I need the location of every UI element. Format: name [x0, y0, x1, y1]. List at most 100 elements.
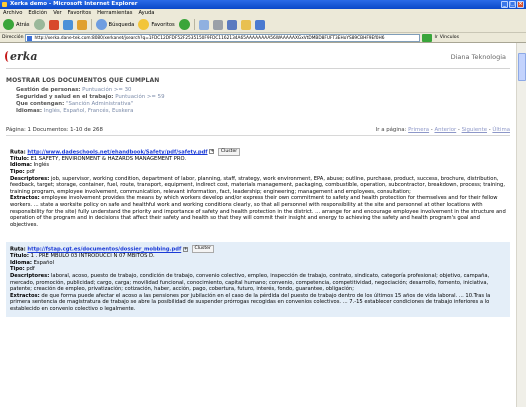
result-extracts: employee involvement provides the means … — [10, 195, 506, 228]
window-title-bar: Xerka demo - Microsoft Internet Explorer… — [0, 0, 526, 9]
criterion-value: Puntuación >= 30 — [82, 87, 132, 93]
result-type-line: Tipo: pdf — [10, 169, 507, 176]
messenger-icon[interactable] — [254, 19, 265, 30]
vertical-scrollbar[interactable] — [516, 43, 526, 407]
lang-label: Idioma: — [10, 162, 32, 169]
mail-icon[interactable] — [198, 19, 209, 30]
prev-page-link[interactable]: Anterior — [434, 127, 456, 133]
result-lang-line: Idioma: Español — [10, 260, 507, 267]
stop-icon[interactable] — [48, 19, 59, 30]
next-page-link[interactable]: Siguiente — [462, 127, 487, 133]
favorites-button[interactable]: Favoritos — [138, 19, 175, 30]
company-name: Diana Teknologia — [450, 53, 506, 61]
logo-swoosh-icon — [5, 51, 12, 62]
menu-edit[interactable]: Edición — [28, 9, 47, 17]
logo-text: erka — [10, 50, 38, 63]
results-summary: Página: 1 Documentos: 1-10 de 268 — [6, 127, 103, 133]
cluster-button[interactable]: Cluster — [217, 148, 241, 156]
criterion-value: Inglés, Español, Francés, Euskera — [43, 108, 134, 114]
last-page-link[interactable]: Última — [492, 127, 510, 133]
print-icon[interactable] — [212, 19, 223, 30]
route-label: Ruta: — [10, 246, 26, 253]
menu-file[interactable]: Archivo — [3, 9, 22, 17]
extract-label: Extractos: — [10, 292, 40, 299]
desc-label: Descriptores: — [10, 273, 50, 279]
result-title: 1 . PRE MBULO 03 INTRODUCCI N 07 MBITOS … — [30, 253, 155, 260]
result-link[interactable]: http://www.dadeschools.net/ehandbook/Saf… — [27, 149, 207, 155]
page-navigation: Ir a página: Primera - Anterior - Siguie… — [375, 127, 510, 133]
result-route-line: Ruta: http://www.dadeschools.net/ehandbo… — [10, 148, 507, 156]
cluster-button[interactable]: Cluster — [191, 245, 214, 253]
page-content: erka Diana Teknologia MOSTRAR LOS DOCUME… — [0, 43, 516, 407]
criterion: Gestión de personas: Puntuación >= 30 — [16, 87, 510, 94]
title-label: Título: — [10, 155, 29, 162]
forward-button[interactable] — [33, 19, 45, 30]
query-title: MOSTRAR LOS DOCUMENTOS QUE CUMPLAN — [6, 77, 160, 84]
menu-tools[interactable]: Herramientas — [97, 9, 132, 17]
menu-bar: Archivo Edición Ver Favoritos Herramient… — [0, 9, 526, 17]
toolbar-separator — [193, 19, 195, 30]
criterion-label: Seguridad y salud en el trabajo: — [16, 94, 114, 100]
criterion-value: Puntuación >= 59 — [115, 94, 165, 100]
page-icon — [27, 35, 33, 41]
extract-label: Extractos: — [10, 195, 40, 202]
result-desc: Descriptores: job, supervisor, working c… — [10, 176, 507, 196]
menu-help[interactable]: Ayuda — [138, 9, 154, 17]
result-type-line: Tipo: pdf — [10, 266, 507, 273]
result-type: pdf — [26, 266, 35, 273]
result-extract: Extractos: de que forma puede afectar el… — [10, 293, 507, 313]
menu-favorites[interactable]: Favoritos — [68, 9, 91, 17]
window-controls: _ □ × — [501, 1, 524, 8]
refresh-icon[interactable] — [62, 19, 73, 30]
search-button[interactable]: Búsqueda — [95, 19, 134, 30]
first-page-link[interactable]: Primera — [408, 127, 429, 133]
home-icon[interactable] — [76, 19, 87, 30]
links-button[interactable]: Vínculos — [440, 35, 459, 40]
maximize-button[interactable]: □ — [509, 1, 516, 8]
address-input[interactable]: http://xerka.dane-tek.com:8080/xerkanet/… — [25, 33, 421, 42]
lang-label: Idioma: — [10, 259, 32, 266]
result-type: pdf — [26, 169, 35, 176]
result-title-line: Título: E1 SAFETY, ENVIRONMENT & HAZARDS… — [10, 156, 507, 163]
toolbar-separator — [90, 19, 92, 30]
menu-view[interactable]: Ver — [53, 9, 61, 17]
result-desc: Descriptores: laboral, acoso, puesto de … — [10, 273, 507, 293]
result-item: Ruta: http://fstap.cgt.es/documentos/dos… — [6, 242, 510, 317]
favorites-label: Favoritos — [151, 21, 175, 28]
toolbar: Atrás Búsqueda Favoritos — [0, 17, 526, 33]
ie-icon — [2, 2, 7, 7]
criterion-label: Que contengan: — [16, 101, 65, 107]
go-button[interactable]: Ir — [434, 35, 437, 40]
criteria-list: Gestión de personas: Puntuación >= 30 Se… — [16, 87, 510, 115]
discuss-icon[interactable] — [240, 19, 251, 30]
result-title-line: Título: 1 . PRE MBULO 03 INTRODUCCI N 07… — [10, 253, 507, 260]
query-summary: MOSTRAR LOS DOCUMENTOS QUE CUMPLAN Gesti… — [6, 77, 510, 115]
result-title: E1 SAFETY, ENVIRONMENT & HAZARDS MANAGEM… — [30, 155, 187, 162]
scrollbar-thumb[interactable] — [518, 53, 526, 81]
result-extracts: de que forma puede afectar el acoso a la… — [10, 292, 491, 312]
back-arrow-icon — [3, 19, 14, 30]
type-label: Tipo: — [10, 169, 25, 176]
criterion: Idiomas: Inglés, Español, Francés, Euske… — [16, 108, 510, 115]
result-descriptors: laboral, acoso, puesto de trabajo, condi… — [10, 273, 490, 293]
address-url: http://xerka.dane-tek.com:8080/xerkanet/… — [34, 35, 385, 41]
history-icon[interactable] — [178, 19, 190, 30]
route-label: Ruta: — [10, 149, 26, 156]
expand-icon[interactable]: + — [182, 246, 188, 252]
result-link[interactable]: http://fstap.cgt.es/documentos/dossier_m… — [27, 247, 181, 253]
edit-icon[interactable] — [226, 19, 237, 30]
desc-label: Descriptores: — [10, 175, 50, 182]
back-button[interactable]: Atrás — [3, 19, 30, 30]
go-icon[interactable] — [422, 33, 433, 42]
goto-label: Ir a página: — [375, 127, 407, 133]
address-bar: Dirección http://xerka.dane-tek.com:8080… — [0, 33, 526, 43]
xerka-logo: erka — [5, 50, 38, 63]
criterion-label: Gestión de personas: — [16, 87, 81, 93]
close-button[interactable]: × — [517, 1, 524, 8]
window-title: Xerka demo - Microsoft Internet Explorer — [10, 1, 138, 7]
result-descriptors: job, supervisor, working condition, depa… — [10, 175, 505, 195]
minimize-button[interactable]: _ — [501, 1, 508, 8]
result-extract: Extractos: employee involvement provides… — [10, 195, 507, 228]
result-item: Ruta: http://www.dadeschools.net/ehandbo… — [6, 145, 510, 232]
expand-icon[interactable]: + — [209, 149, 215, 155]
